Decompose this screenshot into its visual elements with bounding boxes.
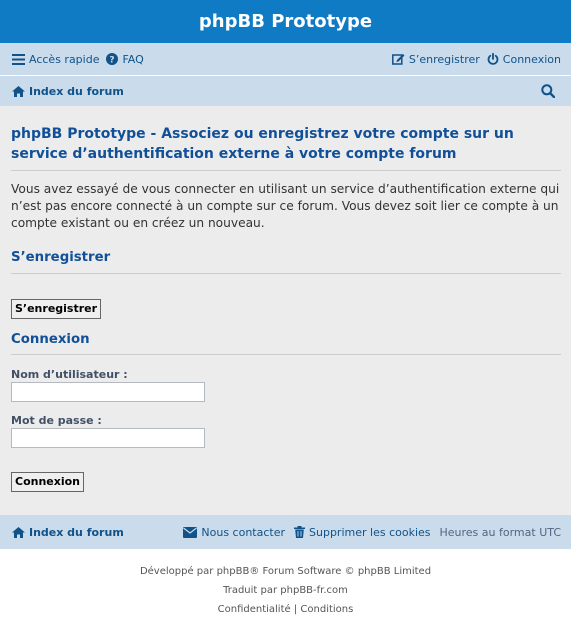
username-label: Nom d’utilisateur : <box>11 368 128 381</box>
contact-link[interactable]: Nous contacter <box>183 526 285 539</box>
bars-icon <box>12 53 25 65</box>
separator: | <box>293 604 298 615</box>
trash-icon <box>294 526 306 538</box>
home-icon <box>12 526 25 538</box>
quick-access-label: Accès rapide <box>29 52 100 66</box>
password-row: Mot de passe : <box>11 414 561 448</box>
pencil-square-icon <box>391 54 405 65</box>
divider <box>11 273 561 274</box>
site-title[interactable]: phpBB Prototype <box>199 11 372 32</box>
username-input[interactable] <box>11 382 205 402</box>
footer-right-links: Nous contacter Supprimer les cookies Heu… <box>183 526 561 539</box>
timezone-text: Heures au format UTC <box>439 525 562 539</box>
breadcrumb-forum-index[interactable]: Index du forum <box>12 85 124 98</box>
login-label: Connexion <box>502 52 561 66</box>
delete-cookies-label: Supprimer les cookies <box>309 525 431 539</box>
footer-forum-index-link[interactable]: Index du forum <box>12 526 124 539</box>
username-row: Nom d’utilisateur : <box>11 368 561 402</box>
copyright-area: Développé par phpBB® Forum Software © ph… <box>0 549 571 627</box>
register-link[interactable]: S’enregistrer <box>391 52 480 66</box>
home-icon <box>12 85 25 97</box>
privacy-link[interactable]: Confidentialité <box>218 604 291 615</box>
register-label: S’enregistrer <box>408 52 480 66</box>
translation-credit: Traduit par phpBB-fr.com <box>0 581 571 600</box>
envelope-icon <box>183 526 198 538</box>
divider <box>11 170 561 171</box>
navbar: Accès rapide ? FAQ S’enregistrer Connexi… <box>0 43 571 106</box>
navbar-left-links: Accès rapide ? FAQ <box>12 53 144 66</box>
divider <box>11 354 561 355</box>
translated-by-label[interactable]: Traduit par phpBB-fr.com <box>223 585 348 596</box>
intro-text: Vous avez essayé de vous connecter en ut… <box>11 182 560 230</box>
footer-navbar: Index du forum Nous contacter Supprimer … <box>0 515 571 549</box>
powered-by-text: Développé par phpBB® Forum Software © ph… <box>0 562 571 581</box>
quick-access-link[interactable]: Accès rapide <box>12 53 99 66</box>
password-input[interactable] <box>11 428 205 448</box>
power-icon <box>487 53 499 65</box>
svg-text:?: ? <box>110 56 115 66</box>
contact-label: Nous contacter <box>201 525 286 539</box>
question-circle-icon: ? <box>106 53 119 66</box>
powered-by-label[interactable]: Développé par phpBB® Forum Software © ph… <box>140 566 431 577</box>
login-link[interactable]: Connexion <box>487 53 561 66</box>
search-button[interactable] <box>541 84 559 98</box>
register-button[interactable]: S’enregistrer <box>11 299 102 319</box>
login-heading: Connexion <box>11 332 90 347</box>
navbar-top-row: Accès rapide ? FAQ S’enregistrer Connexi… <box>0 43 571 76</box>
search-icon <box>541 84 555 98</box>
footer-policy-links: Confidentialité | Conditions <box>0 600 571 619</box>
navbar-right-links: S’enregistrer Connexion <box>391 52 561 66</box>
password-label: Mot de passe : <box>11 414 102 427</box>
navbar-breadcrumb-row: Index du forum <box>0 76 571 106</box>
register-heading: S’enregistrer <box>11 250 111 265</box>
faq-label: FAQ <box>122 52 144 66</box>
footer-forum-index-label: Index du forum <box>29 525 124 539</box>
main-panel: phpBB Prototype - Associez ou enregistre… <box>0 106 571 515</box>
faq-link[interactable]: ? FAQ <box>106 52 144 66</box>
page-header: phpBB Prototype <box>0 0 571 43</box>
terms-link[interactable]: Conditions <box>300 604 353 615</box>
delete-cookies-link[interactable]: Supprimer les cookies <box>294 525 431 539</box>
login-button[interactable]: Connexion <box>11 472 85 492</box>
page-title: phpBB Prototype - Associez ou enregistre… <box>11 126 514 162</box>
breadcrumb-label: Index du forum <box>29 84 124 98</box>
